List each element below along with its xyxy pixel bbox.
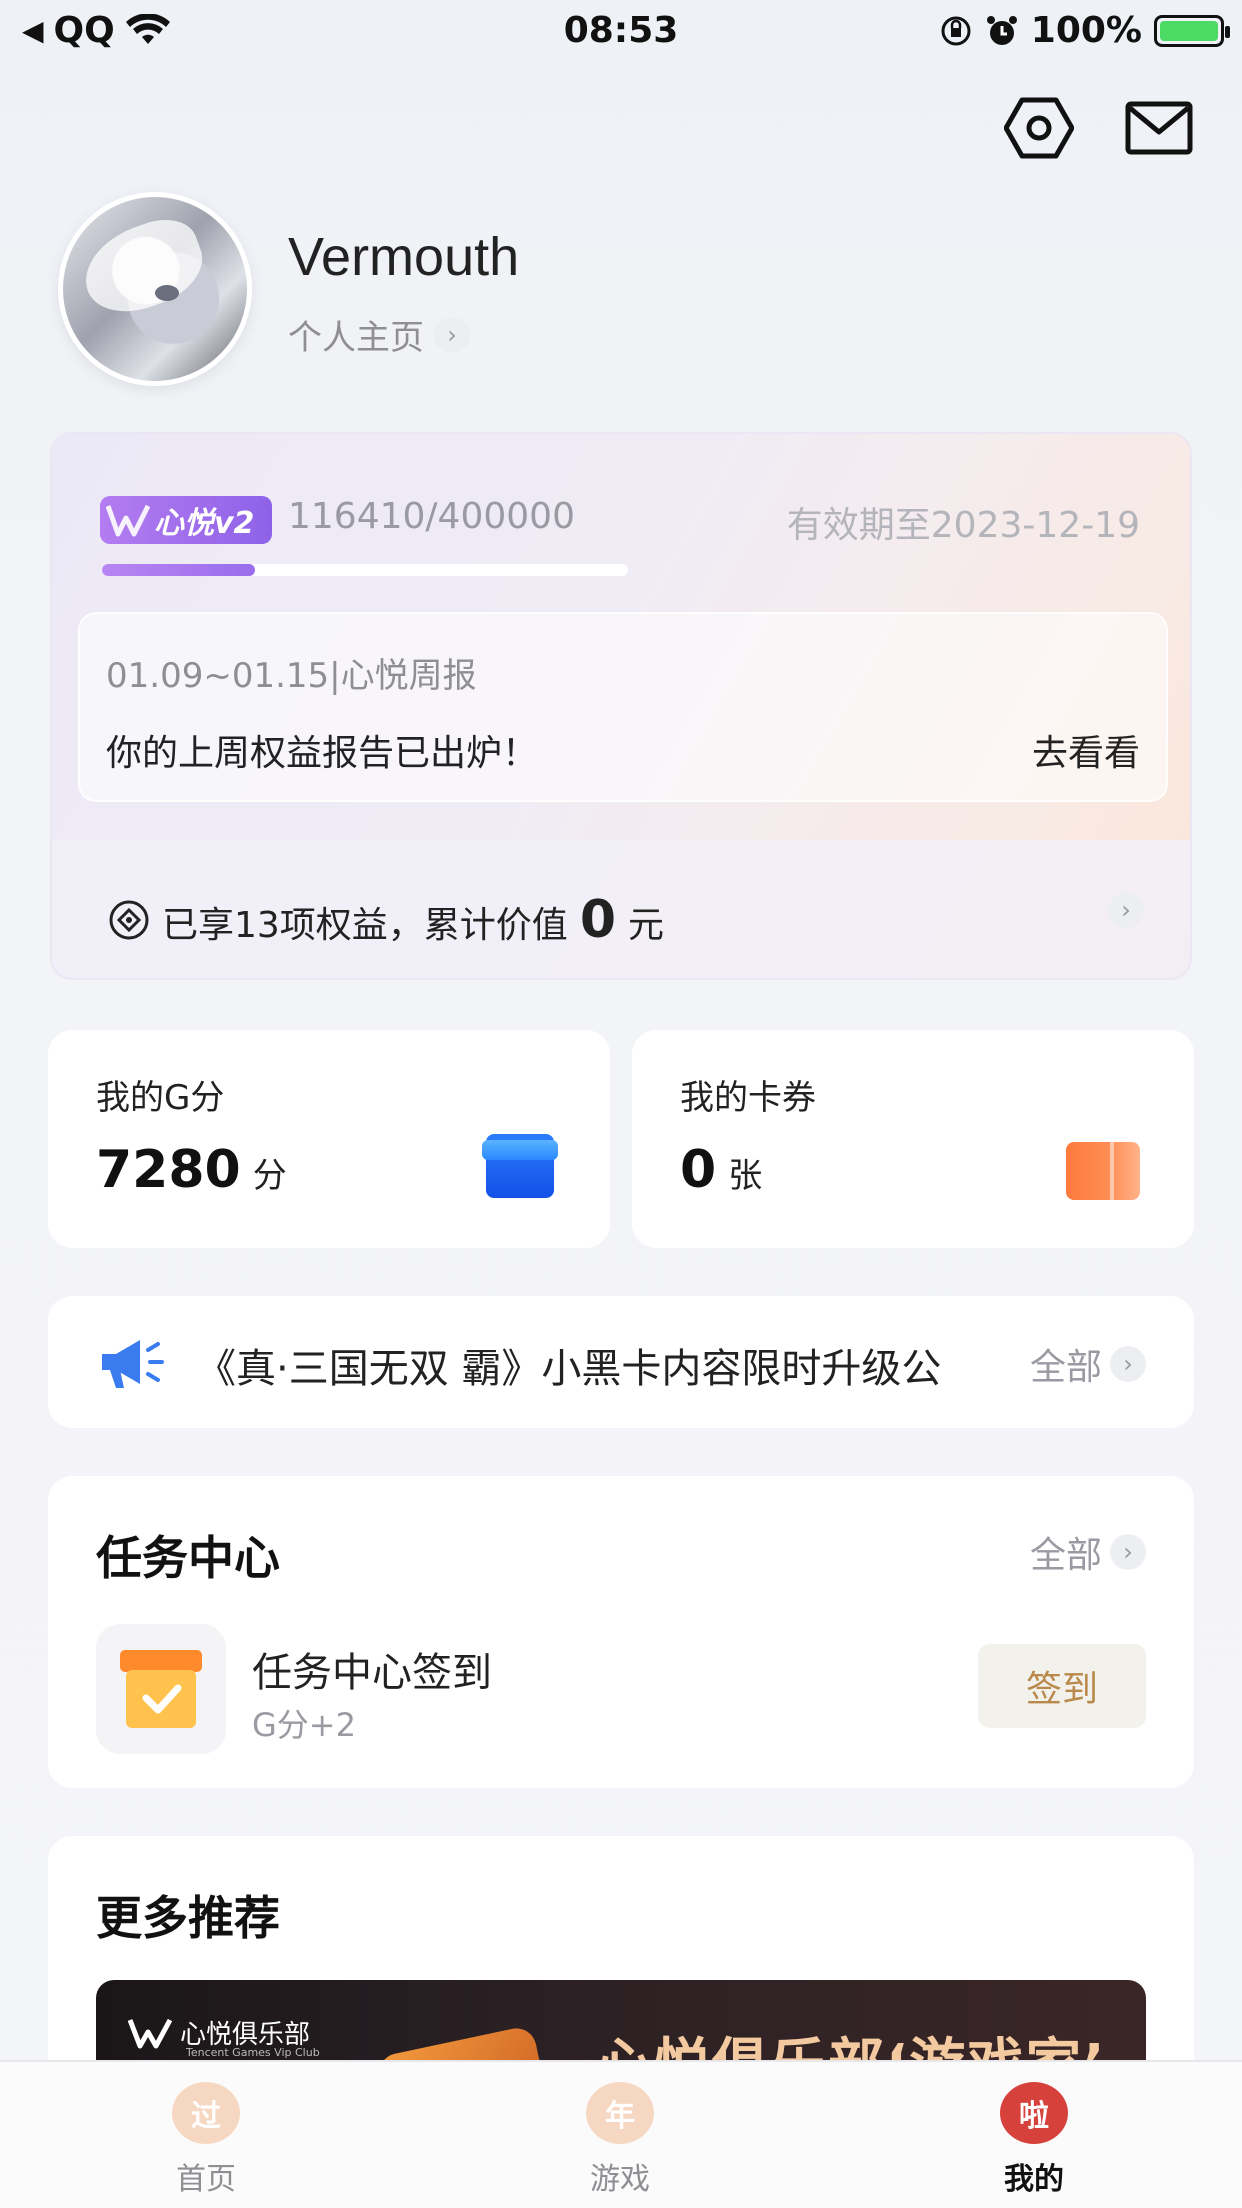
vip-progress-bar (102, 564, 628, 576)
chevron-right-icon: › (1108, 892, 1144, 928)
task-icon-box (96, 1624, 226, 1754)
games-tab-icon: 年 (586, 2082, 654, 2144)
chevron-right-icon: › (1110, 1346, 1146, 1382)
weekly-report-go-link[interactable]: 去看看 (1032, 724, 1140, 776)
task-center-all-label: 全部 (1029, 1535, 1102, 1576)
benefits-value: 0 (579, 890, 616, 950)
g-points-value: 7280 (96, 1140, 241, 1200)
username: Vermouth (288, 227, 520, 287)
benefits-unit: 元 (628, 905, 665, 946)
task-center-title: 任务中心 (96, 1531, 280, 1585)
banner-brand: 心悦俱乐部 Tencent Games Vip Club (128, 2014, 320, 2059)
announcement-all-label: 全部 (1029, 1347, 1102, 1388)
g-points-card[interactable]: 我的G分 7280 分 (48, 1030, 610, 1248)
weekly-report-message: 你的上周权益报告已出炉！ (106, 733, 539, 774)
vip-progress-text: 116410/400000 (288, 496, 575, 537)
task-center-card: 任务中心 全部 › 任务中心签到 G分+2 签到 (48, 1476, 1194, 1788)
vip-progress-fill (102, 564, 256, 576)
tab-games-label: 游戏 (590, 2162, 650, 2197)
task-name: 任务中心签到 (252, 1650, 492, 1696)
battery-percent: 100% (1030, 10, 1142, 51)
vip-level-badge: 心悦v2 (100, 496, 272, 544)
tab-home[interactable]: 过 首页 (126, 2078, 286, 2198)
mine-tab-icon: 啦 (1000, 2082, 1068, 2144)
announcement-bar[interactable]: 《真·三国无双 霸》小黑卡内容限时升级公 全部 › (48, 1296, 1194, 1428)
more-recommend-title: 更多推荐 (96, 1891, 280, 1945)
chevron-right-icon: › (1110, 1534, 1146, 1570)
weekly-report-date: 01.09~01.15|心悦周报 (106, 656, 477, 696)
vip-expiry: 有效期至2023-12-19 (786, 505, 1140, 546)
tab-home-label: 首页 (176, 2162, 236, 2197)
home-tab-icon: 过 (172, 2082, 240, 2144)
task-reward: G分+2 (252, 1706, 356, 1744)
g-points-unit: 分 (252, 1156, 287, 1196)
coupons-value: 0 (680, 1140, 717, 1200)
battery-icon (1154, 14, 1230, 47)
vip-logo-icon (106, 504, 150, 537)
vip-badge-label: 心悦v2 (154, 506, 255, 541)
coupons-label: 我的卡券 (680, 1078, 816, 1118)
task-center-all-link[interactable]: 全部 › (1030, 1526, 1146, 1578)
vip-card[interactable]: 心悦v2 116410/400000 有效期至2023-12-19 01.09~… (50, 432, 1192, 980)
tab-mine-label: 我的 (1004, 2162, 1064, 2197)
status-bar: ◀ QQ 08:53 100% (0, 0, 1242, 62)
weekly-report[interactable]: 01.09~01.15|心悦周报 你的上周权益报告已出炉！ 去看看 (78, 612, 1168, 802)
tab-bar: 过 首页 年 游戏 啦 我的 (0, 2060, 1242, 2208)
ticket-icon (1066, 1142, 1140, 1200)
homepage-link[interactable]: 个人主页 › (288, 310, 470, 359)
tab-games[interactable]: 年 游戏 (540, 2078, 700, 2198)
shop-icon (482, 1134, 558, 1198)
benefits-diamond-icon (109, 900, 149, 940)
megaphone-icon (102, 1340, 164, 1388)
orientation-lock-icon (941, 16, 971, 45)
checkin-box-icon (120, 1650, 202, 1728)
benefits-summary[interactable]: 已享13项权益，累计价值 0 元 › (52, 840, 1190, 978)
announcement-all-link[interactable]: 全部 › (1030, 1338, 1146, 1390)
homepage-label: 个人主页 (288, 318, 424, 358)
signin-button[interactable]: 签到 (978, 1644, 1146, 1728)
coupons-unit: 张 (728, 1156, 763, 1196)
coupons-card[interactable]: 我的卡券 0 张 (632, 1030, 1194, 1248)
vip-club-logo-icon (128, 2018, 172, 2048)
mail-icon[interactable] (1124, 96, 1194, 160)
benefits-prefix: 已享13项权益，累计价值 (162, 905, 568, 946)
announcement-text[interactable]: 《真·三国无双 霸》小黑卡内容限时升级公 (196, 1336, 1026, 1394)
settings-icon[interactable] (1004, 96, 1074, 160)
avatar[interactable] (58, 192, 252, 386)
alarm-icon (986, 15, 1017, 45)
g-points-label: 我的G分 (96, 1078, 225, 1118)
banner-brand-sub: Tencent Games Vip Club (186, 2046, 320, 2059)
tab-mine[interactable]: 啦 我的 (954, 2078, 1114, 2198)
chevron-right-icon: › (434, 316, 470, 353)
